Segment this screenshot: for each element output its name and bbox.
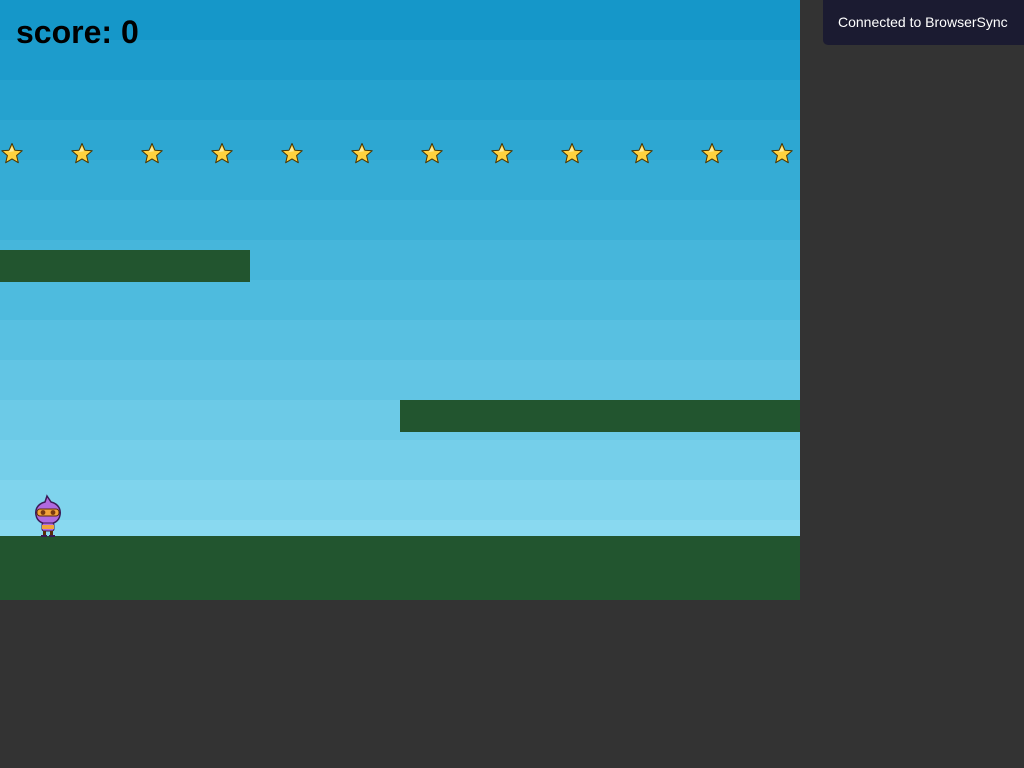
star-icon — [71, 143, 93, 164]
star-icon — [1, 143, 23, 164]
star-collectible — [140, 142, 164, 166]
star-collectible — [700, 142, 724, 166]
star-icon — [771, 143, 793, 164]
star-icon — [491, 143, 513, 164]
star-collectible — [350, 142, 374, 166]
star-icon — [701, 143, 723, 164]
star-collectible — [630, 142, 654, 166]
platform-ledge-left — [0, 250, 250, 282]
platform-ledge-right — [400, 400, 800, 432]
star-collectible — [70, 142, 94, 166]
star-icon — [141, 143, 163, 164]
star-icon — [631, 143, 653, 164]
platform-ground — [0, 536, 800, 600]
star-icon — [351, 143, 373, 164]
star-collectible — [420, 142, 444, 166]
star-collectible — [770, 142, 794, 166]
game-canvas[interactable]: score: 0 — [0, 0, 800, 600]
star-collectible — [560, 142, 584, 166]
star-collectible — [280, 142, 304, 166]
star-collectible — [0, 142, 24, 166]
star-icon — [211, 143, 233, 164]
star-icon — [561, 143, 583, 164]
star-collectible — [490, 142, 514, 166]
browsersync-notification: Connected to BrowserSync — [823, 0, 1024, 45]
player-character — [32, 494, 64, 538]
star-collectible — [210, 142, 234, 166]
score-text: score: 0 — [16, 14, 139, 50]
purple-dude-icon — [35, 494, 61, 537]
star-icon — [421, 143, 443, 164]
star-icon — [281, 143, 303, 164]
